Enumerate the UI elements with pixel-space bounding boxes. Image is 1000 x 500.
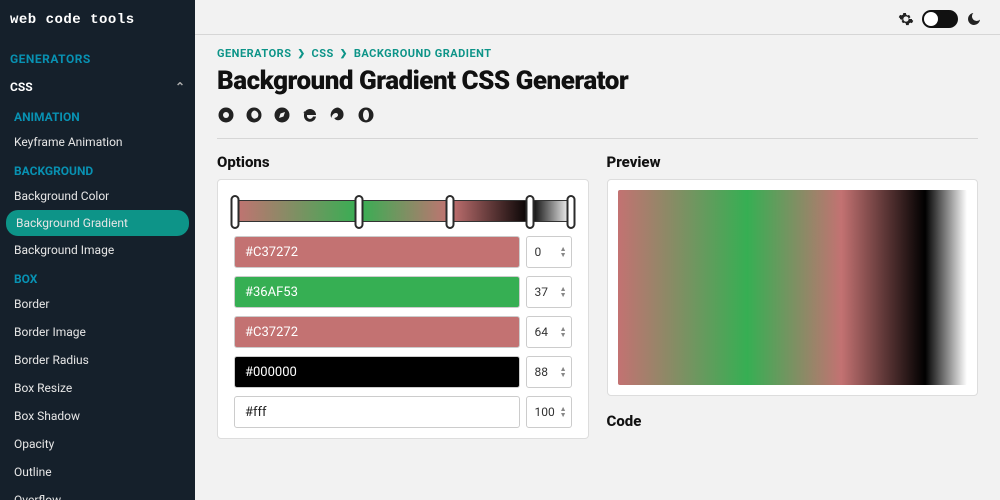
preview-panel [607, 179, 979, 396]
firefox-icon [245, 106, 263, 124]
safari-icon [273, 106, 291, 124]
sidebar-item[interactable]: Box Shadow [0, 402, 195, 430]
sidebar-item[interactable]: Background Color [0, 182, 195, 210]
ie-icon [301, 106, 319, 124]
page-title: Background Gradient CSS Generator [217, 66, 978, 96]
theme-toggle[interactable] [922, 10, 958, 28]
color-input[interactable]: #C37272 [234, 236, 520, 268]
position-stepper[interactable]: 100▲▼ [526, 396, 572, 428]
chevron-right-icon: ❯ [340, 49, 348, 59]
gradient-handle[interactable] [566, 195, 575, 229]
opera-icon [357, 106, 375, 124]
sidebar-item-css[interactable]: CSS ⌃ [0, 72, 195, 102]
options-title: Options [217, 153, 589, 171]
position-stepper[interactable]: 37▲▼ [526, 276, 572, 308]
sidebar-header-generators: GENERATORS [0, 42, 195, 72]
topbar [195, 0, 1000, 34]
sidebar-item[interactable]: Outline [0, 458, 195, 486]
sidebar-item[interactable]: Border Image [0, 318, 195, 346]
gradient-preview [618, 190, 968, 385]
gradient-handle[interactable] [231, 195, 240, 229]
moon-icon [966, 11, 982, 27]
sidebar-item[interactable]: Keyframe Animation [0, 128, 195, 156]
options-panel: #C372720▲▼#36AF5337▲▼#C3727264▲▼#0000008… [217, 179, 589, 439]
logo: web code tools [0, 0, 195, 42]
color-stop-row: #C372720▲▼ [234, 236, 572, 268]
gradient-handle[interactable] [355, 195, 364, 229]
sidebar-item[interactable]: Opacity [0, 430, 195, 458]
position-stepper[interactable]: 64▲▼ [526, 316, 572, 348]
color-input[interactable]: #36AF53 [234, 276, 520, 308]
color-input[interactable]: #fff [234, 396, 520, 428]
breadcrumb-generators[interactable]: GENERATORS [217, 47, 291, 60]
gradient-bar[interactable] [234, 200, 572, 222]
sidebar-item[interactable]: Background Image [0, 236, 195, 264]
color-input[interactable]: #000000 [234, 356, 520, 388]
sidebar: web code tools GENERATORS CSS ⌃ ANIMATIO… [0, 0, 195, 500]
position-stepper[interactable]: 0▲▼ [526, 236, 572, 268]
sidebar-item[interactable]: Background Gradient [6, 210, 189, 236]
preview-title: Preview [607, 153, 979, 171]
sidebar-subheader: BACKGROUND [0, 156, 195, 182]
gradient-handle[interactable] [526, 195, 535, 229]
color-stop-row: #fff100▲▼ [234, 396, 572, 428]
sidebar-subheader: ANIMATION [0, 102, 195, 128]
breadcrumb-current: BACKGROUND GRADIENT [354, 47, 492, 60]
position-stepper[interactable]: 88▲▼ [526, 356, 572, 388]
color-stop-row: #36AF5337▲▼ [234, 276, 572, 308]
breadcrumb: GENERATORS ❯ CSS ❯ BACKGROUND GRADIENT [217, 47, 978, 60]
gear-icon[interactable] [898, 11, 914, 27]
browser-support [217, 106, 978, 124]
color-input[interactable]: #C37272 [234, 316, 520, 348]
chevron-up-icon: ⌃ [175, 80, 185, 94]
sidebar-item[interactable]: Border [0, 290, 195, 318]
sidebar-item[interactable]: Overflow [0, 486, 195, 500]
color-stop-row: #C3727264▲▼ [234, 316, 572, 348]
main: GENERATORS ❯ CSS ❯ BACKGROUND GRADIENT B… [195, 0, 1000, 500]
chevron-right-icon: ❯ [297, 49, 305, 59]
gradient-handle[interactable] [445, 195, 454, 229]
edge-icon [329, 106, 347, 124]
sidebar-subheader: BOX [0, 264, 195, 290]
code-title: Code [607, 412, 979, 430]
chrome-icon [217, 106, 235, 124]
breadcrumb-css[interactable]: CSS [312, 47, 334, 60]
sidebar-item[interactable]: Box Resize [0, 374, 195, 402]
color-stop-row: #00000088▲▼ [234, 356, 572, 388]
divider [217, 138, 978, 139]
sidebar-item-css-label: CSS [10, 80, 33, 94]
sidebar-item[interactable]: Border Radius [0, 346, 195, 374]
